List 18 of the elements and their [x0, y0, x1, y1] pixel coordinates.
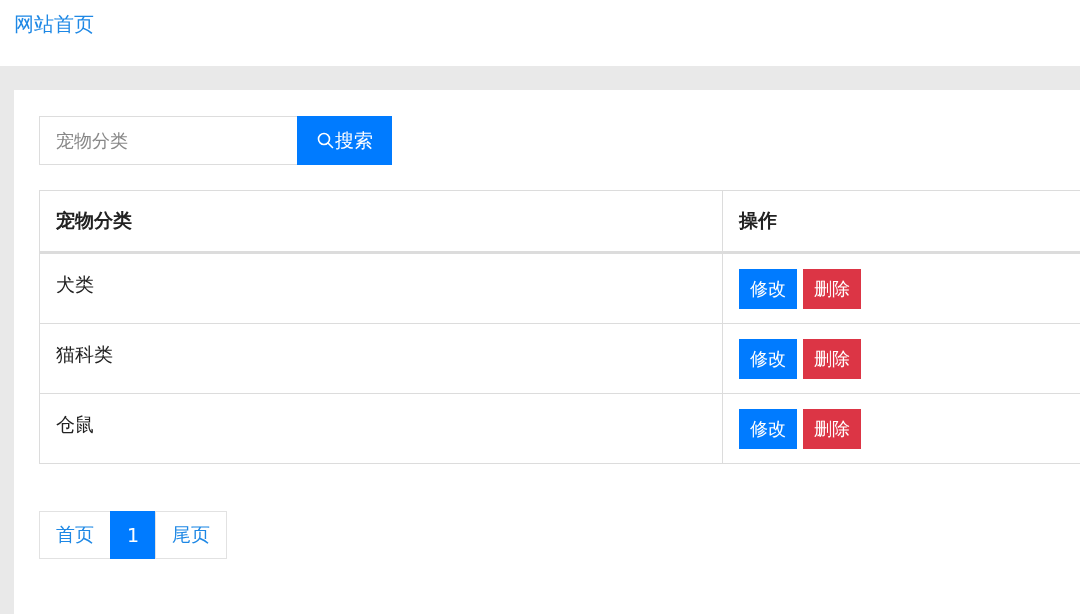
- edit-button[interactable]: 修改: [739, 408, 797, 449]
- delete-button[interactable]: 删除: [803, 338, 861, 379]
- table-cell: 仓鼠: [39, 393, 723, 464]
- edit-button[interactable]: 修改: [739, 338, 797, 379]
- page-button[interactable]: 首页: [39, 511, 111, 559]
- page-button[interactable]: 尾页: [155, 511, 228, 559]
- home-link[interactable]: 网站首页: [14, 12, 94, 36]
- delete-button[interactable]: 删除: [803, 408, 861, 449]
- delete-button[interactable]: 删除: [803, 268, 861, 309]
- search-field[interactable]: 宠物分类: [39, 116, 297, 165]
- page-button[interactable]: 1: [110, 511, 157, 559]
- table-cell: 猫科类: [39, 323, 723, 394]
- table-cell: 犬类: [39, 252, 723, 324]
- search-button[interactable]: 搜索: [297, 116, 392, 165]
- search-icon: [316, 132, 334, 149]
- column-header: 操作: [722, 190, 1080, 253]
- column-header: 宠物分类: [39, 190, 723, 253]
- edit-button[interactable]: 修改: [739, 268, 797, 309]
